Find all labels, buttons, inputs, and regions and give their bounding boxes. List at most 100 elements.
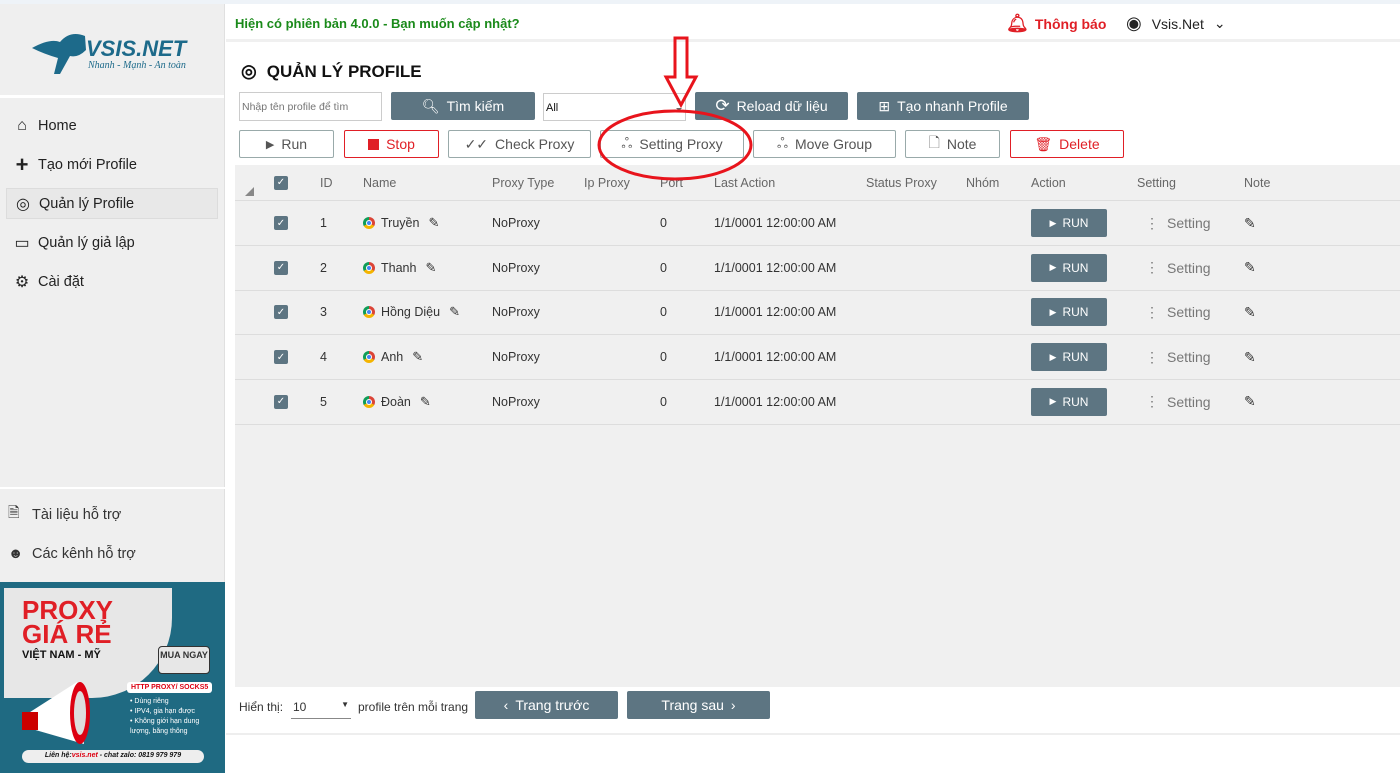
sidebar-item-emulator[interactable]: ▭ Quản lý giả lập: [6, 227, 218, 258]
edit-pencil-icon[interactable]: ✎: [425, 260, 436, 276]
sidebar-item-settings[interactable]: ⚙ Cài đặt: [6, 266, 218, 297]
row-run-button[interactable]: ▶ RUN: [1031, 209, 1107, 237]
play-icon: ▶: [1049, 351, 1057, 362]
header-name[interactable]: Name: [363, 165, 396, 200]
row-run-button[interactable]: ▶ RUN: [1031, 298, 1107, 327]
button-label: Tìm kiếm: [446, 98, 505, 114]
sidebar-item-manage-profile[interactable]: ◎ Quản lý Profile: [6, 188, 218, 219]
quick-create-profile-button[interactable]: ⊞ Tạo nhanh Profile: [857, 92, 1029, 120]
row-note-edit-icon[interactable]: ✎: [1244, 380, 1256, 424]
notifications-button[interactable]: 🔔︎ Thông báo: [1006, 13, 1106, 34]
group-select[interactable]: All: [543, 93, 686, 121]
search-icon: 🔍︎: [421, 97, 440, 114]
row-checkbox[interactable]: ✓: [274, 380, 288, 424]
play-icon: ▶: [1049, 306, 1057, 317]
header-port[interactable]: Port: [660, 165, 683, 200]
proxy-ad-banner[interactable]: PROXY GIÁ RẺ VIỆT NAM - MỸ MUA NGAY HTTP …: [0, 582, 225, 773]
table-row[interactable]: ✓ 2 Thanh ✎ NoProxy 0 1/1/0001 12:00:00 A…: [235, 246, 1400, 291]
search-button[interactable]: 🔍︎ Tìm kiếm: [391, 92, 535, 120]
more-vertical-icon: ⋮: [1145, 214, 1159, 231]
header-action[interactable]: Action: [1031, 165, 1066, 200]
notification-label: Thông báo: [1034, 15, 1107, 32]
row-note-edit-icon[interactable]: ✎: [1244, 201, 1256, 245]
delete-button[interactable]: 🗑︎ Delete: [1010, 130, 1124, 158]
header-id[interactable]: ID: [320, 165, 333, 200]
sidebar-item-create-profile[interactable]: + Tạo mới Profile: [6, 149, 218, 180]
setting-proxy-button[interactable]: ஃ Setting Proxy: [600, 130, 744, 158]
banner-bullet: • Không giới hạn dung lượng, băng thông: [130, 718, 200, 735]
row-setting-button[interactable]: ⋮ Setting: [1145, 201, 1211, 245]
button-label: Trang sau: [661, 697, 724, 713]
header-ip-proxy[interactable]: Ip Proxy: [584, 165, 630, 200]
select-all-checkbox[interactable]: ✓: [274, 165, 288, 200]
sidebar-item-label: Cài đặt: [38, 273, 84, 290]
buy-now-button[interactable]: MUA NGAY: [158, 646, 210, 674]
row-note-edit-icon[interactable]: ✎: [1244, 246, 1256, 290]
banner-bullets: • Dùng riêng • IPV4, gia hạn được • Khôn…: [130, 697, 220, 737]
per-page-label: profile trên mỗi trang: [358, 700, 469, 714]
reload-button[interactable]: ⟳ Reload dữ liệu: [695, 92, 848, 120]
profile-search-input[interactable]: [239, 92, 382, 121]
row-run-button[interactable]: ▶ RUN: [1031, 253, 1107, 282]
header-last-action[interactable]: Last Action: [714, 165, 775, 200]
table-row[interactable]: ✓ 3 Hồng Diệu ✎ NoProxy 0 1/1/0001 12:00:…: [235, 290, 1400, 336]
update-notice-link[interactable]: Hiện có phiên bản 4.0.0 - Bạn muốn cập n…: [235, 16, 520, 31]
row-setting-button[interactable]: ⋮ Setting: [1145, 290, 1211, 334]
run-button[interactable]: ▶ Run: [239, 130, 334, 158]
edit-pencil-icon[interactable]: ✎: [428, 215, 439, 231]
trash-icon: 🗑︎: [1034, 135, 1053, 152]
header-setting[interactable]: Setting: [1137, 165, 1176, 200]
cell-proxy-type: NoProxy: [492, 260, 540, 275]
table-row[interactable]: ✓ 4 Anh ✎ NoProxy 0 1/1/0001 12:00:00 AM …: [235, 335, 1400, 381]
chrome-icon: [363, 261, 375, 274]
next-page-button[interactable]: Trang sau ›: [627, 691, 770, 719]
button-label: Stop: [386, 136, 415, 152]
row-setting-button[interactable]: ⋮ Setting: [1145, 246, 1211, 290]
setting-label: Setting: [1167, 304, 1211, 321]
header-note[interactable]: Note: [1244, 165, 1270, 200]
cell-name: Hồng Diệu ✎: [363, 290, 460, 334]
edit-pencil-icon[interactable]: ✎: [420, 394, 431, 410]
button-label: Check Proxy: [495, 136, 575, 152]
edit-pencil-icon[interactable]: ✎: [412, 349, 423, 365]
sidebar-item-label: Tạo mới Profile: [38, 156, 137, 173]
row-checkbox[interactable]: ✓: [274, 201, 288, 245]
row-checkbox[interactable]: ✓: [274, 290, 288, 334]
refresh-icon: ⟳: [715, 96, 730, 115]
row-run-button[interactable]: ▶ RUN: [1031, 343, 1107, 372]
header-proxy-type[interactable]: Proxy Type: [492, 165, 554, 200]
header-status-proxy[interactable]: Status Proxy: [866, 165, 937, 200]
stop-button[interactable]: Stop: [344, 130, 439, 158]
prev-page-button[interactable]: ‹ Trang trước: [475, 691, 618, 719]
row-checkbox[interactable]: ✓: [274, 246, 288, 290]
move-group-button[interactable]: ஃ Move Group: [753, 130, 896, 158]
table-row[interactable]: ✓ 5 Đoàn ✎ NoProxy 0 1/1/0001 12:00:00 AM…: [235, 380, 1400, 425]
note-button[interactable]: 🗋 Note: [905, 130, 1000, 158]
button-label: Move Group: [794, 136, 873, 152]
row-note-edit-icon[interactable]: ✎: [1244, 335, 1256, 379]
row-setting-button[interactable]: ⋮ Setting: [1145, 335, 1211, 379]
edit-pencil-icon[interactable]: ✎: [449, 304, 460, 320]
help-docs-link[interactable]: 🗎 Tài liệu hỗ trợ: [0, 495, 225, 534]
user-menu[interactable]: ◉ Vsis.Net ⌄: [1126, 13, 1226, 34]
home-icon: ⌂: [17, 116, 27, 134]
row-checkbox[interactable]: ✓: [274, 335, 288, 379]
page-size-select[interactable]: 10 ▼: [291, 695, 351, 719]
chrome-icon: [363, 306, 375, 319]
document-icon: 🗎: [8, 505, 20, 521]
help-channels-link[interactable]: ☻ Các kênh hỗ trợ: [0, 534, 225, 573]
profile-name: Hồng Diệu: [381, 305, 441, 320]
page-title-text: QUẢN LÝ PROFILE: [266, 61, 422, 81]
button-label: RUN: [1062, 350, 1089, 365]
setting-label: Setting: [1167, 393, 1211, 410]
header-group[interactable]: Nhóm: [966, 165, 999, 200]
check-proxy-button[interactable]: ✓✓ Check Proxy: [448, 130, 591, 158]
table-row[interactable]: ✓ 1 Truyền ✎ NoProxy 0 1/1/0001 12:00:00 …: [235, 201, 1400, 246]
play-icon: ▶: [1049, 396, 1057, 407]
row-note-edit-icon[interactable]: ✎: [1244, 290, 1256, 334]
pagination-bar: Hiển thị: 10 ▼ profile trên mỗi trang ‹ Tr…: [226, 687, 1400, 735]
cell-proxy-type: NoProxy: [492, 350, 540, 365]
sidebar-item-home[interactable]: ⌂ Home: [6, 110, 218, 141]
row-setting-button[interactable]: ⋮ Setting: [1145, 380, 1211, 424]
row-run-button[interactable]: ▶ RUN: [1031, 387, 1107, 416]
